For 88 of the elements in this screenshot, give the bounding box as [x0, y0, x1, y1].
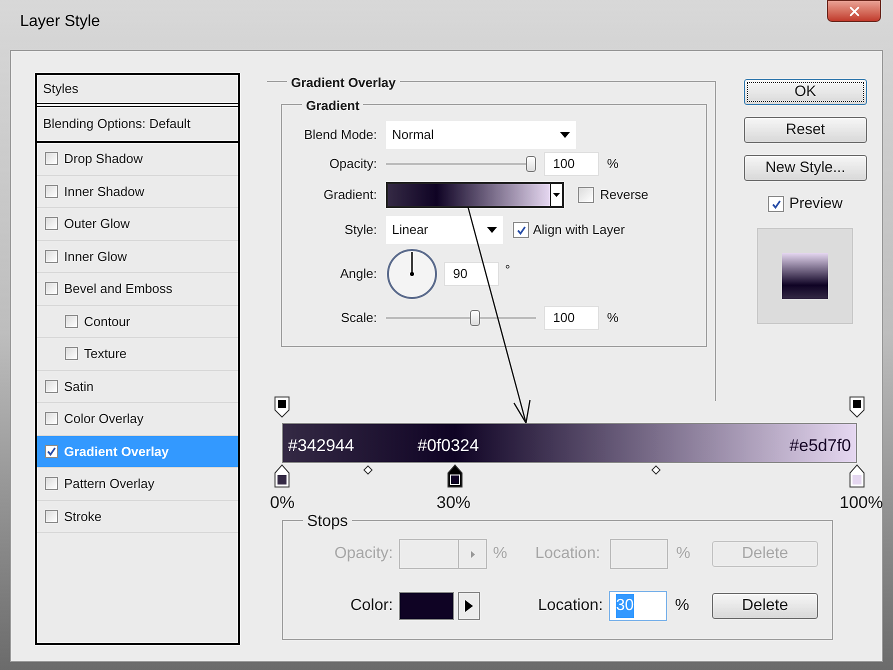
style-list-item[interactable]: Texture [37, 338, 238, 370]
checkbox[interactable] [45, 444, 58, 458]
checkbox[interactable] [513, 222, 529, 238]
color-stop-icon[interactable] [446, 464, 462, 488]
style-list-item[interactable]: Inner Shadow [37, 176, 238, 208]
field-label: Opacity: [328, 155, 377, 174]
caret-icon [553, 193, 560, 197]
opacity-stop-icon[interactable] [274, 396, 290, 418]
color-code-label: #0f0324 [418, 435, 479, 457]
style-list-item[interactable]: Stroke [37, 500, 238, 533]
checkbox[interactable] [45, 412, 58, 426]
number-field[interactable]: 100 [544, 306, 599, 330]
style-list-item[interactable]: Inner Glow [37, 240, 238, 273]
midpoint-diamond-icon[interactable] [650, 465, 661, 475]
checkbox[interactable] [65, 314, 78, 328]
dialog-button[interactable]: New Style... [744, 155, 867, 181]
field-label: Location: [538, 596, 603, 616]
checkmark-icon [772, 200, 781, 209]
dialog-button[interactable]: Reset [744, 117, 867, 143]
field-label: % [607, 309, 619, 328]
slider[interactable] [386, 310, 536, 326]
field-label: Location: [535, 544, 600, 564]
checkbox[interactable] [45, 250, 58, 263]
caret-icon [470, 550, 474, 558]
style-list-item[interactable]: Bevel and Emboss [37, 273, 238, 306]
style-dropdown[interactable]: Linear [386, 216, 503, 244]
field-label: % [607, 155, 619, 174]
checkbox[interactable] [45, 152, 58, 166]
stop-location-label: 100% [840, 492, 883, 514]
caret-icon [560, 132, 570, 138]
unit-label: % [493, 544, 508, 564]
style-list-item[interactable]: Satin [37, 370, 238, 403]
blending-options-item[interactable]: Blending Options: Default [37, 107, 238, 143]
slider-thumb[interactable] [526, 156, 536, 172]
checkbox[interactable] [45, 380, 58, 393]
field-label: Gradient: [322, 186, 377, 204]
checkbox[interactable] [45, 184, 58, 198]
field-label: Blend Mode: [303, 126, 377, 144]
checkbox[interactable] [768, 196, 784, 212]
checkbox[interactable] [45, 477, 58, 490]
blend-mode-dropdown[interactable]: Normal [386, 121, 576, 149]
checkmark-icon [516, 226, 526, 234]
checkbox[interactable] [45, 217, 58, 230]
number-field[interactable]: 100 [544, 152, 599, 176]
stop-location-label: 30% [436, 492, 471, 514]
angle-dial[interactable] [386, 248, 438, 300]
color-code-label: #342944 [288, 435, 354, 457]
opacity-stop-icon[interactable] [849, 396, 865, 418]
checkbox[interactable] [45, 510, 58, 523]
checkbox[interactable] [65, 347, 78, 360]
color-stop-icon[interactable] [849, 464, 865, 488]
field-label: Align with Layer [533, 221, 625, 240]
preview-swatch [782, 252, 828, 298]
color-code-label: #e5d7f0 [790, 435, 851, 457]
slider-thumb[interactable] [470, 310, 480, 326]
field-label: Opacity: [333, 544, 393, 564]
delete-button[interactable]: Delete [712, 593, 818, 619]
color-menu-button[interactable] [458, 592, 480, 620]
unit-label: % [674, 596, 690, 616]
color-swatch[interactable] [399, 592, 454, 620]
dialog-button[interactable]: OK [744, 79, 867, 105]
checkbox[interactable] [45, 282, 58, 296]
field-label: Reverse [600, 186, 648, 204]
number-field[interactable]: 90 [444, 262, 499, 286]
location-field [610, 539, 668, 569]
color-stop-icon[interactable] [274, 464, 290, 488]
style-list-item[interactable]: Pattern Overlay [37, 468, 238, 500]
preview-label: Preview [789, 194, 843, 214]
style-list-item[interactable]: Outer Glow [37, 208, 238, 240]
play-icon [465, 600, 473, 612]
degree-sign: ° [505, 261, 510, 279]
style-list-item[interactable]: Contour [37, 306, 238, 338]
field-label: Scale: [340, 309, 377, 328]
gradient-picker[interactable] [386, 182, 564, 208]
checkbox[interactable] [578, 187, 594, 203]
stop-location-label: 0% [270, 492, 295, 514]
close-button[interactable] [827, 0, 881, 22]
checkmark-icon [47, 446, 56, 456]
window-title: Layer Style [20, 12, 100, 32]
unit-label: % [676, 544, 690, 564]
styles-header[interactable]: Styles [37, 75, 238, 107]
slider[interactable] [386, 156, 536, 172]
caret-icon [487, 227, 497, 233]
midpoint-diamond-icon[interactable] [363, 465, 374, 475]
style-list-item[interactable]: Drop Shadow [37, 143, 238, 176]
field-label: Angle: [339, 265, 377, 284]
field-label: Style: [343, 221, 377, 240]
field-label: Color: [349, 596, 393, 616]
